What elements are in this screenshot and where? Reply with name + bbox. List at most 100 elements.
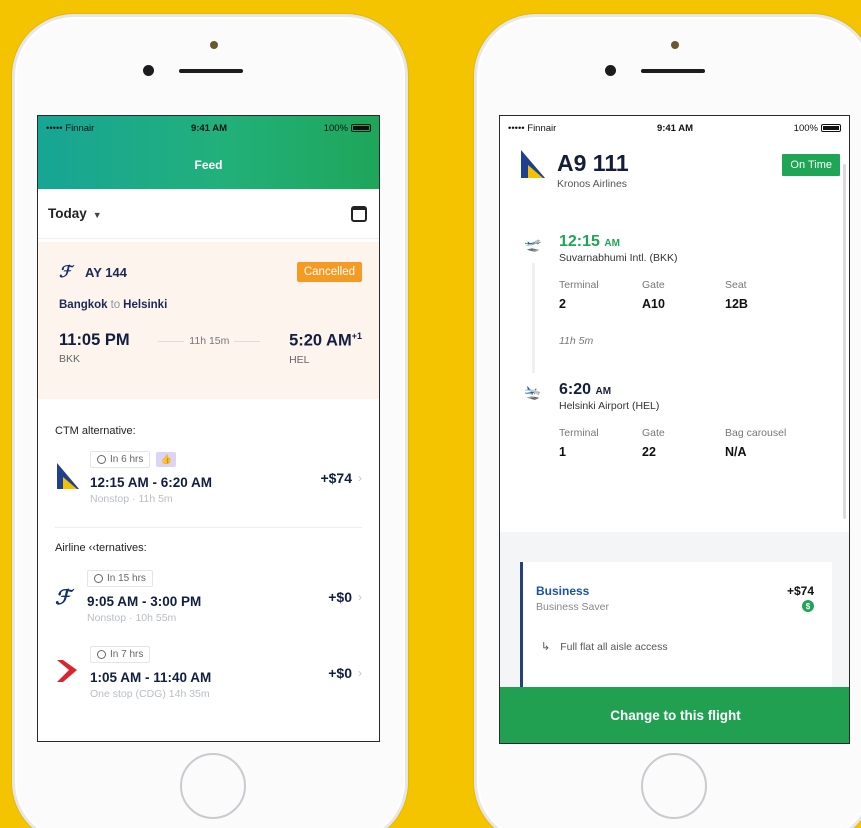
departure-ampm: AM (604, 238, 620, 249)
left-phone: ••••• Finnair 9:41 AM 100% Feed Today ▼ ℱ… (12, 14, 408, 828)
clock-label: 9:41 AM (656, 122, 694, 134)
departure-countdown-badge: In 15 hrs (87, 570, 153, 587)
status-bar: ••••• Finnair 9:41 AM 100% (500, 116, 849, 140)
ctm-alternative-row[interactable]: In 6 hrs 👍 12:15 AM - 6:20 AM Nonstop · 1… (55, 451, 362, 505)
terminal-value: 1 (559, 445, 566, 459)
section-divider (55, 527, 362, 528)
fare-price: +$74 (786, 584, 814, 598)
chevron-right-icon: › (358, 590, 362, 604)
clock-label: 9:41 AM (190, 122, 228, 134)
cancelled-flight-card[interactable]: ℱ AY 144 Cancelled Bangkok to Helsinki 11:… (38, 242, 379, 399)
front-camera (671, 41, 679, 49)
flight-duration: 11h 15m (189, 335, 230, 347)
alternative-details: Nonstop · 10h 55m (87, 612, 177, 624)
proximity-sensor (605, 65, 616, 76)
alternative-price: +$0 (328, 665, 352, 681)
chevron-down-icon: ▼ (92, 209, 102, 220)
departure-airport: BKK (59, 353, 81, 365)
arrival-airport: Helsinki Airport (HEL) (559, 400, 660, 412)
alternative-details: One stop (CDG) 14h 35m (90, 688, 210, 700)
departure-time: 11:05 PM (59, 331, 130, 349)
status-badge: Cancelled (296, 262, 362, 282)
status-bar: ••••• Finnair 9:41 AM 100% (38, 116, 379, 140)
terminal-label: Terminal (559, 427, 599, 439)
right-phone: ••••• Finnair 9:41 AM 100% A9 111 Kronos… (474, 14, 861, 828)
origin-city: Bangkok (59, 299, 108, 311)
battery-label: 100% (793, 122, 818, 134)
clock-icon (94, 574, 103, 583)
fare-class: Business (536, 584, 590, 598)
arrival-day-offset: +1 (351, 331, 362, 341)
airline-alternative-row[interactable]: In 7 hrs 1:05 AM - 11:40 AM One stop (CD… (55, 646, 362, 700)
battery-indicator: 100% (324, 123, 371, 134)
departure-airport: Suvarnabhumi Intl. (BKK) (559, 252, 678, 264)
bag-carousel-label: Bag carousel (725, 427, 787, 439)
arrival-segment: 🛬 6:20 AM Helsinki Airport (HEL) Termina… (500, 381, 849, 459)
date-filter-row: Today ▼ (38, 189, 379, 239)
feed-header: Feed (38, 140, 379, 189)
flight-code: AY 144 (85, 264, 127, 280)
segment-duration: 11h 5m (559, 335, 594, 347)
fare-feature-text: Full flat all aisle access (560, 640, 668, 653)
earpiece-speaker (179, 69, 243, 73)
flight-number: A9 111 (557, 150, 629, 176)
thumbs-up-icon: 👍 (156, 452, 177, 468)
clock-icon (97, 650, 106, 659)
departure-time: 12:15 (559, 233, 600, 250)
home-button[interactable] (641, 753, 707, 819)
departure-segment: 🛫 12:15 AM Suvarnabhumi Intl. (BKK) Term… (500, 233, 849, 347)
flat-seat-icon: ↳ (541, 641, 551, 653)
fare-name: Business Saver (536, 601, 609, 613)
terminal-label: Terminal (559, 279, 599, 291)
takeoff-icon: 🛫 (524, 236, 542, 252)
finnair-logo-icon: ℱ (55, 586, 71, 609)
airline-alternative-row[interactable]: ℱ In 15 hrs 9:05 AM - 3:00 PM Nonstop · … (55, 570, 362, 624)
chevron-right-icon: › (358, 471, 362, 485)
gate-label: Gate (642, 279, 665, 291)
duration-line-left (158, 340, 185, 342)
alternative-times: 9:05 AM - 3:00 PM (87, 594, 202, 609)
route: Bangkok to Helsinki (59, 299, 362, 311)
landing-icon: 🛬 (524, 384, 542, 400)
red-airline-logo-icon (55, 658, 83, 689)
proximity-sensor (143, 65, 154, 76)
arrival-ampm: AM (595, 386, 612, 397)
duration-line-right (234, 340, 261, 342)
gate-label: Gate (642, 427, 665, 439)
destination-city: Helsinki (123, 299, 168, 311)
battery-icon (350, 124, 371, 132)
feed-screen: ••••• Finnair 9:41 AM 100% Feed Today ▼ ℱ… (37, 115, 380, 742)
airline-name: Kronos Airlines (557, 178, 628, 190)
date-filter-label: Today (48, 205, 87, 221)
terminal-value: 2 (559, 297, 566, 311)
kronos-logo-icon (55, 461, 83, 496)
seat-label: Seat (725, 279, 747, 291)
route-connector: to (110, 299, 121, 311)
calendar-icon[interactable] (351, 205, 367, 222)
carrier-label: ••••• Finnair (46, 122, 95, 134)
gate-value: 22 (642, 445, 656, 459)
finnair-logo-icon: ℱ (59, 264, 72, 281)
arrival-time: 5:20 AM (289, 331, 352, 350)
gate-value: A10 (642, 297, 665, 311)
alternative-times: 12:15 AM - 6:20 AM (90, 475, 213, 490)
date-filter-dropdown[interactable]: Today ▼ (48, 205, 102, 223)
carrier-label: ••••• Finnair (508, 122, 557, 134)
fare-option-card[interactable]: Business Business Saver +$74 $ ↳ Full fla… (520, 562, 832, 702)
seat-value: 12B (725, 297, 748, 311)
ctm-alternative-heading: CTM alternative: (55, 425, 136, 437)
alternative-price: +$0 (328, 589, 352, 605)
battery-indicator: 100% (794, 123, 841, 134)
alternative-times: 1:05 AM - 11:40 AM (90, 670, 212, 685)
dollar-badge-icon: $ (802, 600, 814, 612)
flight-detail-screen: ••••• Finnair 9:41 AM 100% A9 111 Kronos… (499, 115, 850, 744)
earpiece-speaker (641, 69, 705, 73)
alternative-details: Nonstop · 11h 5m (90, 493, 173, 505)
home-button[interactable] (180, 753, 246, 819)
alternative-price: +$74 (320, 470, 352, 486)
departure-countdown-badge: In 6 hrs (90, 451, 151, 468)
change-flight-button[interactable]: Change to this flight (500, 687, 849, 743)
page-title: Feed (194, 157, 223, 172)
change-flight-label: Change to this flight (610, 707, 741, 723)
front-camera (210, 41, 218, 49)
